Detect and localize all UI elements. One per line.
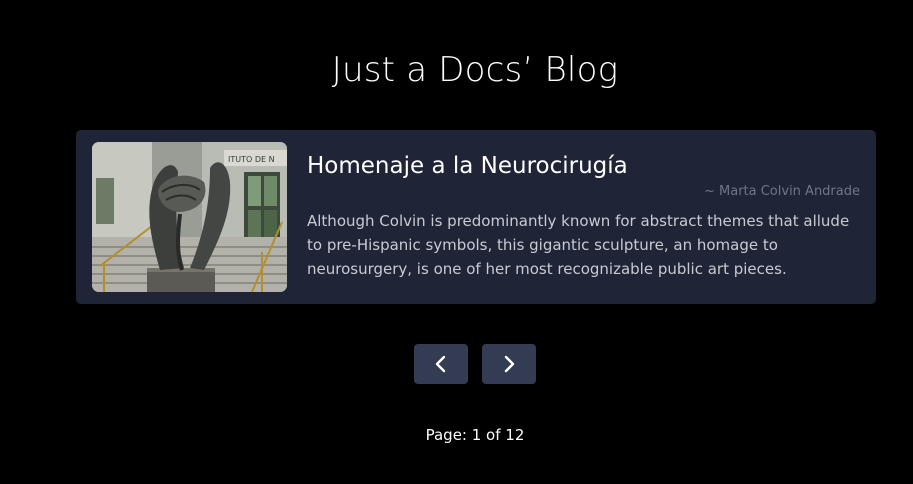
sculpture-image: ITUTO DE N xyxy=(92,142,287,292)
previous-page-button[interactable] xyxy=(414,344,468,384)
post-title[interactable]: Homenaje a la Neurocirugía xyxy=(307,150,628,182)
post-excerpt: Although Colvin is predominantly known f… xyxy=(307,212,850,278)
chevron-left-icon xyxy=(434,355,448,373)
post-card[interactable]: ITUTO DE N Homenaje a la Neurocirugía ~ … xyxy=(76,130,876,304)
blog-page: Just a Docs’ Blog ITUTO DE N Homenaje a … xyxy=(0,0,913,484)
blog-title: Just a Docs’ Blog xyxy=(331,50,619,90)
next-page-button[interactable] xyxy=(482,344,536,384)
sign-text: ITUTO DE N xyxy=(228,155,275,164)
chevron-right-icon xyxy=(502,355,516,373)
page-indicator: Page: 1 of 12 xyxy=(425,426,525,444)
post-thumbnail[interactable]: ITUTO DE N xyxy=(92,142,287,292)
post-author: ~ Marta Colvin Andrade xyxy=(703,184,860,199)
